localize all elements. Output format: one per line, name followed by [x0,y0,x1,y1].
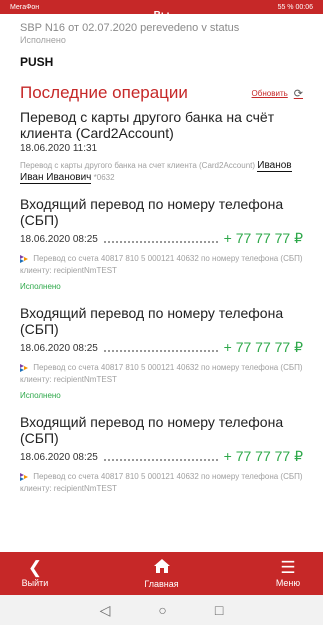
back-icon[interactable]: ◁ [100,603,111,617]
previous-operation-status: Исполнено [20,35,66,45]
menu-icon[interactable]: ☰ [280,559,295,576]
operation-desc-text: Перевод со счета 40817 810 5 000121 4063… [20,363,303,384]
operation-title: Входящий перевод по номеру телефона (СБП… [20,414,284,446]
operation-date: 18.06.2020 08:25 [20,343,98,354]
previous-operation-line: SBP N16 от 02.07.2020 perevedeno v statu… [20,22,240,34]
operation-amount: + 77 77 77 ₽ [223,448,303,464]
nav-home-label[interactable]: Главная [144,579,178,589]
home-icon[interactable] [153,558,171,577]
operation-description: Перевод с карты другого банка на счет кл… [20,160,303,184]
refresh-icon[interactable]: ⟳ [294,87,303,100]
refresh-label[interactable]: Обновить [252,89,288,98]
operation-row: 18.06.2020 08:25 + 77 77 77 ₽ [20,448,303,465]
operation-date: 18.06.2020 08:25 [20,452,98,463]
operation-row: 18.06.2020 08:25 + 77 77 77 ₽ [20,230,303,247]
operation-item[interactable]: Перевод с карты другого банка на счёт кл… [0,109,323,184]
android-navigation-bar: ◁ ○ □ [0,595,323,625]
operation-desc-text: Перевод со счета 40817 810 5 000121 4063… [20,472,303,493]
operation-desc-text: Перевод с карты другого банка на счет кл… [20,161,256,170]
status-right: 55 % 00:06 [277,3,313,11]
operation-desc-text: Перевод со счета 40817 810 5 000121 4063… [20,254,303,275]
home-circle-icon[interactable]: ○ [158,603,166,617]
operation-title: Входящий перевод по номеру телефона (СБП… [20,196,284,228]
operation-title: Перевод с карты другого банка на счёт кл… [20,109,275,141]
operation-date: 18.06.2020 08:25 [20,234,98,245]
section-header: Последние операции Обновить ⟳ [0,69,323,103]
operation-item[interactable]: Входящий перевод по номеру телефона (СБП… [0,196,323,291]
operation-item[interactable]: Входящий перевод по номеру телефона (СБП… [0,414,323,495]
nav-menu-label[interactable]: Меню [276,578,300,588]
refresh-button[interactable]: Обновить ⟳ [252,87,303,100]
nav-exit-button[interactable]: ❮ Выйти [0,552,70,595]
operation-title: Входящий перевод по номеру телефона (СБП… [20,305,284,337]
sbp-logo-icon [20,472,28,481]
sbp-logo-icon [20,254,28,263]
operation-description: Перевод со счета 40817 810 5 000121 4063… [20,471,303,495]
section-title: Последние операции [20,83,188,102]
dotted-leader [103,235,218,243]
nav-exit-label[interactable]: Выйти [22,578,49,588]
operation-card-suffix: *0632 [93,173,115,182]
recent-apps-icon[interactable]: □ [215,603,223,617]
status-bar: МегаФон Вы 55 % 00:06 [0,0,323,21]
bottom-navigation: ❮ Выйти Главная ☰ Меню [0,552,323,595]
operation-amount: + 77 77 77 ₽ [223,339,303,355]
operation-item[interactable]: Входящий перевод по номеру телефона (СБП… [0,305,323,400]
operation-amount: + 77 77 77 ₽ [223,230,303,246]
nav-home-button[interactable]: Главная [127,552,197,595]
operation-date: 18.06.2020 11:31 [20,143,98,154]
dotted-leader [103,344,218,352]
operation-status: Исполнено [20,282,61,291]
nav-menu-button[interactable]: ☰ Меню [253,552,323,595]
chevron-left-icon[interactable]: ❮ [28,559,42,576]
operation-status: Исполнено [20,391,61,400]
main-content: SBP N16 от 02.07.2020 perevedeno v statu… [0,14,323,552]
dotted-leader [103,453,218,461]
sbp-logo-icon [20,363,28,372]
operation-description: Перевод со счета 40817 810 5 000121 4063… [20,362,303,386]
status-left: МегаФон [10,3,40,11]
operation-description: Перевод со счета 40817 810 5 000121 4063… [20,253,303,277]
operation-row: 18.06.2020 08:25 + 77 77 77 ₽ [20,339,303,356]
push-label: PUSH [20,55,54,69]
